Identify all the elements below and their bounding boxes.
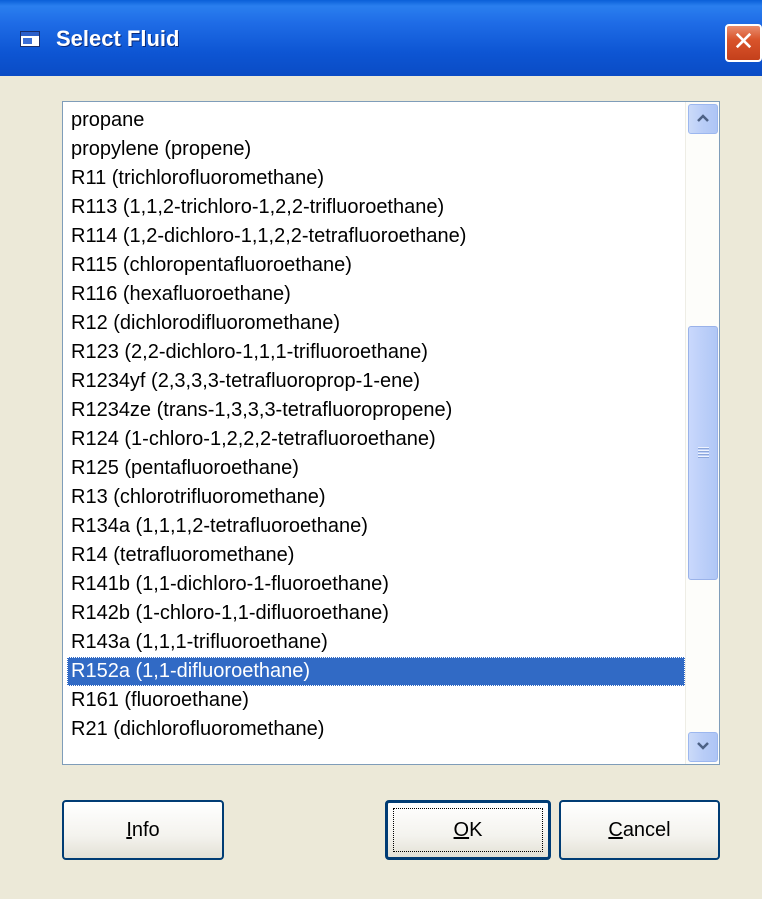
cancel-label-rest: ancel [622, 819, 671, 841]
list-item[interactable]: R1234yf (2,3,3,3-tetrafluoroprop-1-ene) [67, 367, 685, 396]
list-item[interactable]: R114 (1,2-dichloro-1,1,2,2-tetrafluoroet… [67, 222, 685, 251]
cancel-mnemonic: C [608, 819, 623, 841]
list-item[interactable]: R123 (2,2-dichloro-1,1,1-trifluoroethane… [67, 338, 685, 367]
cancel-button[interactable]: Cancel [559, 800, 720, 860]
window-title: Select Fluid [56, 26, 180, 51]
chevron-up-icon [697, 114, 709, 122]
list-item[interactable]: R13 (chlorotrifluoromethane) [67, 483, 685, 512]
app-window-icon [20, 31, 40, 47]
focus-rectangle [393, 808, 543, 852]
vertical-scrollbar[interactable] [685, 102, 719, 764]
list-item[interactable]: propylene (propene) [67, 135, 685, 164]
info-button[interactable]: Info [62, 800, 224, 860]
scroll-down-button[interactable] [688, 732, 718, 762]
list-item[interactable]: R134a (1,1,1,2-tetrafluoroethane) [67, 512, 685, 541]
list-item[interactable]: R115 (chloropentafluoroethane) [67, 251, 685, 280]
list-item[interactable]: R12 (dichlorodifluoromethane) [67, 309, 685, 338]
scroll-thumb[interactable] [688, 326, 718, 580]
list-item[interactable]: R14 (tetrafluoromethane) [67, 541, 685, 570]
close-button[interactable]: ✕ [725, 24, 762, 62]
list-item[interactable]: R11 (trichlorofluoromethane) [67, 164, 685, 193]
list-item[interactable]: R116 (hexafluoroethane) [67, 280, 685, 309]
list-item[interactable]: R113 (1,1,2-trichloro-1,2,2-trifluoroeth… [67, 193, 685, 222]
ok-button[interactable]: OK [385, 800, 551, 860]
title-bar[interactable]: Select Fluid ✕ [0, 0, 762, 76]
list-item[interactable]: R124 (1-chloro-1,2,2,2-tetrafluoroethane… [67, 425, 685, 454]
chevron-down-icon [697, 742, 709, 750]
fluid-listbox[interactable]: propane propylene (propene) R11 (trichloro… [62, 101, 720, 765]
list-item[interactable]: R125 (pentafluoroethane) [67, 454, 685, 483]
list-item[interactable]: R1234ze (trans-1,3,3,3-tetrafluoropropen… [67, 396, 685, 425]
list-item[interactable]: R142b (1-chloro-1,1-difluoroethane) [67, 599, 685, 628]
list-item-selected[interactable]: R152a (1,1-difluoroethane) [67, 657, 685, 686]
info-label-rest: nfo [131, 819, 160, 841]
list-item[interactable]: R141b (1,1-dichloro-1-fluoroethane) [67, 570, 685, 599]
list-item[interactable]: R143a (1,1,1-trifluoroethane) [67, 628, 685, 657]
fluid-list: propane propylene (propene) R11 (trichloro… [63, 106, 685, 744]
list-item[interactable]: propane [67, 106, 685, 135]
list-item[interactable]: R21 (dichlorofluoromethane) [67, 715, 685, 744]
list-item[interactable]: R161 (fluoroethane) [67, 686, 685, 715]
scroll-up-button[interactable] [688, 104, 718, 134]
grip-icon [698, 447, 709, 459]
select-fluid-dialog: Select Fluid ✕ propane propylene (propene… [0, 0, 762, 899]
